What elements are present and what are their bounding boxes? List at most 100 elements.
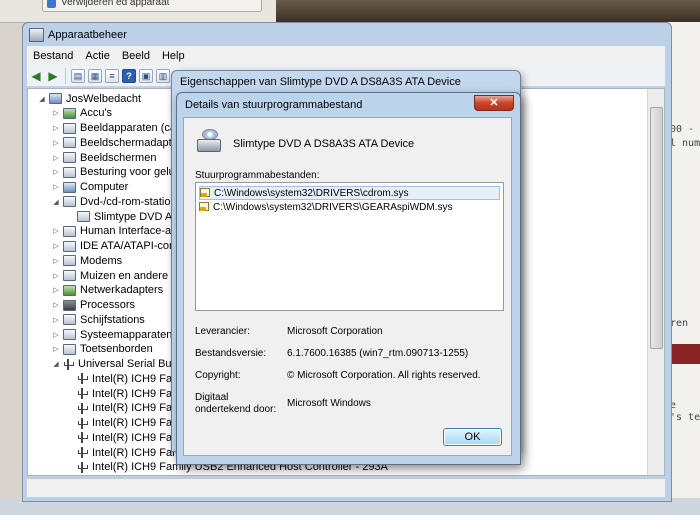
driver-file-item[interactable]: C:\Windows\system32\DRIVERS\GEARAspiWDM.… xyxy=(199,200,500,214)
tree-item-label: Netwerkadapters xyxy=(80,284,164,297)
list-icon[interactable]: ≡ xyxy=(105,68,119,83)
tree-item[interactable]: ▷ Accu's xyxy=(52,106,112,121)
device-icon xyxy=(63,299,76,311)
background-red-bar xyxy=(668,344,700,364)
expand-arrow-icon[interactable]: ▷ xyxy=(52,139,60,147)
expand-arrow-icon[interactable]: ▷ xyxy=(52,183,60,191)
device-icon xyxy=(63,343,76,355)
tree-item[interactable]: Intel(R) ICH9 Fami xyxy=(66,371,184,386)
device-name: Slimtype DVD A DS8A3S ATA Device xyxy=(233,138,415,150)
usb-icon xyxy=(77,461,88,473)
scan-hardware-icon[interactable]: ▥ xyxy=(156,68,170,83)
scrollbar-thumb[interactable] xyxy=(650,107,663,349)
driver-file-path: C:\Windows\system32\DRIVERS\cdrom.sys xyxy=(214,187,409,199)
tree-item[interactable]: Intel(R) ICH9 Fami xyxy=(66,445,184,460)
back-arrow-icon[interactable]: ◀ xyxy=(29,69,43,83)
tree-item[interactable]: ◢ JosWelbedacht xyxy=(38,91,141,106)
tree-item[interactable]: Intel(R) ICH9 Fami xyxy=(66,386,184,401)
close-icon: ✕ xyxy=(489,97,499,109)
tree-item[interactable]: ▷ Processors xyxy=(52,298,135,313)
tree-item[interactable]: ▷ Muizen en andere aan xyxy=(52,268,189,283)
tree-item[interactable]: ▷ Human Interface-appa xyxy=(52,224,189,239)
collapse-arrow-icon[interactable]: ◢ xyxy=(52,360,60,368)
copyright-value: © Microsoft Corporation. All rights rese… xyxy=(287,370,481,381)
menu-actie[interactable]: Actie xyxy=(79,50,115,62)
provider-value: Microsoft Corporation xyxy=(287,326,383,337)
menu-beeld[interactable]: Beeld xyxy=(116,50,156,62)
device-icon xyxy=(63,284,76,296)
expand-arrow-icon[interactable]: ▷ xyxy=(52,286,60,294)
properties-dialog-title: Eigenschappen van Slimtype DVD A DS8A3S … xyxy=(180,76,461,88)
tree-item[interactable]: ▷ Systeemapparaten xyxy=(52,327,172,342)
tree-item[interactable]: ▷ Schijfstations xyxy=(52,312,145,327)
expand-arrow-icon[interactable]: ▷ xyxy=(52,154,60,162)
expand-arrow-icon[interactable]: ▷ xyxy=(52,301,60,309)
browser-tab[interactable]: Verwijderen ed apparaat xyxy=(42,0,262,12)
expand-arrow-icon[interactable]: ▷ xyxy=(52,316,60,324)
expand-arrow-icon[interactable]: ▷ xyxy=(52,272,60,280)
tree-item-label: Intel(R) ICH9 Fami xyxy=(92,431,184,444)
tree-item-label: Schijfstations xyxy=(80,313,145,326)
tree-item[interactable]: ▷ Modems xyxy=(52,253,122,268)
tree-view-icon[interactable]: ▤ xyxy=(71,68,85,83)
collapse-arrow-icon[interactable]: ◢ xyxy=(38,95,46,103)
menu-help[interactable]: Help xyxy=(156,50,191,62)
background-text: 00 - xyxy=(670,124,695,135)
tree-item-label: Computer xyxy=(80,181,129,193)
expand-arrow-icon[interactable]: ▷ xyxy=(52,242,60,250)
tree-item-label: Intel(R) ICH9 Fami xyxy=(92,372,184,385)
menu-bar: Bestand Actie Beeld Help xyxy=(27,46,665,65)
driver-details-dialog: Details van stuurprogrammabestand ✕ Slim… xyxy=(176,92,521,465)
tree-item[interactable]: ▷ Computer xyxy=(52,180,128,195)
tree-item-label: Intel(R) ICH9 Fami xyxy=(92,446,184,459)
expand-arrow-icon[interactable]: ▷ xyxy=(52,109,60,117)
tree-item[interactable]: ▷ IDE ATA/ATAPI-contr xyxy=(52,239,182,254)
ok-button[interactable]: OK xyxy=(443,428,502,446)
signer-label-line1: Digitaal xyxy=(195,392,229,403)
background-text: 's te xyxy=(670,412,700,423)
browser-url xyxy=(4,13,274,22)
tree-item[interactable]: ▷ Beeldschermadapters xyxy=(52,135,187,150)
tree-item-label: Intel(R) ICH9 Fami xyxy=(92,417,184,429)
signer-label-line2: ondertekend door: xyxy=(195,404,277,415)
vertical-scrollbar[interactable] xyxy=(647,89,664,475)
driver-file-item[interactable]: C:\Windows\system32\DRIVERS\cdrom.sys xyxy=(199,186,500,200)
computer-icon xyxy=(49,93,62,104)
expand-arrow-icon[interactable]: ▷ xyxy=(52,124,60,132)
tree-item[interactable]: Intel(R) ICH9 Fami xyxy=(66,416,184,431)
tree-item[interactable]: Slimtype DVD A D xyxy=(66,209,183,224)
background-image-strip xyxy=(276,0,700,22)
expand-arrow-icon[interactable]: ▷ xyxy=(52,168,60,176)
help-icon[interactable]: ? xyxy=(122,68,136,83)
menu-bestand[interactable]: Bestand xyxy=(27,50,79,62)
dvd-drive-icon xyxy=(195,129,221,153)
tree-item-label: Beeldschermen xyxy=(80,151,157,164)
expand-arrow-icon[interactable]: ▷ xyxy=(52,257,60,265)
tree-item-label: JosWelbedacht xyxy=(66,92,142,105)
tree-item[interactable]: ▷ Beeldschermen xyxy=(52,150,156,165)
action-icon[interactable]: ▣ xyxy=(139,68,153,83)
tree-item-label: Intel(R) ICH9 Fami xyxy=(92,402,184,415)
tree-item[interactable]: ▷ Toetsenborden xyxy=(52,342,153,357)
tree-item-label: IDE ATA/ATAPI-contr xyxy=(80,240,182,252)
expand-arrow-icon[interactable]: ▷ xyxy=(52,331,60,339)
device-icon xyxy=(63,240,76,252)
tree-item[interactable]: Intel(R) ICH9 Fami xyxy=(66,401,184,416)
device-icon xyxy=(63,137,76,149)
provider-label: Leverancier: xyxy=(195,326,251,337)
tree-item-label: Toetsenborden xyxy=(80,343,153,356)
forward-arrow-icon[interactable]: ▶ xyxy=(46,69,60,83)
tree-item[interactable]: Intel(R) ICH9 Fami xyxy=(66,430,184,445)
close-button[interactable]: ✕ xyxy=(474,95,514,111)
expand-arrow-icon[interactable]: ▷ xyxy=(52,227,60,235)
tree-item[interactable]: ◢ Dvd-/cd-rom-station xyxy=(52,194,176,209)
driver-file-icon xyxy=(199,202,210,212)
properties-icon[interactable]: ▦ xyxy=(88,68,102,83)
driver-files-list[interactable]: C:\Windows\system32\DRIVERS\cdrom.sys C:… xyxy=(195,182,504,311)
tree-item[interactable]: ▷ Besturing voor geluid xyxy=(52,165,183,180)
driver-file-icon xyxy=(200,188,211,198)
background-text: l num xyxy=(670,138,700,149)
collapse-arrow-icon[interactable]: ◢ xyxy=(52,198,60,206)
tree-item[interactable]: ▷ Netwerkadapters xyxy=(52,283,163,298)
expand-arrow-icon[interactable]: ▷ xyxy=(52,345,60,353)
